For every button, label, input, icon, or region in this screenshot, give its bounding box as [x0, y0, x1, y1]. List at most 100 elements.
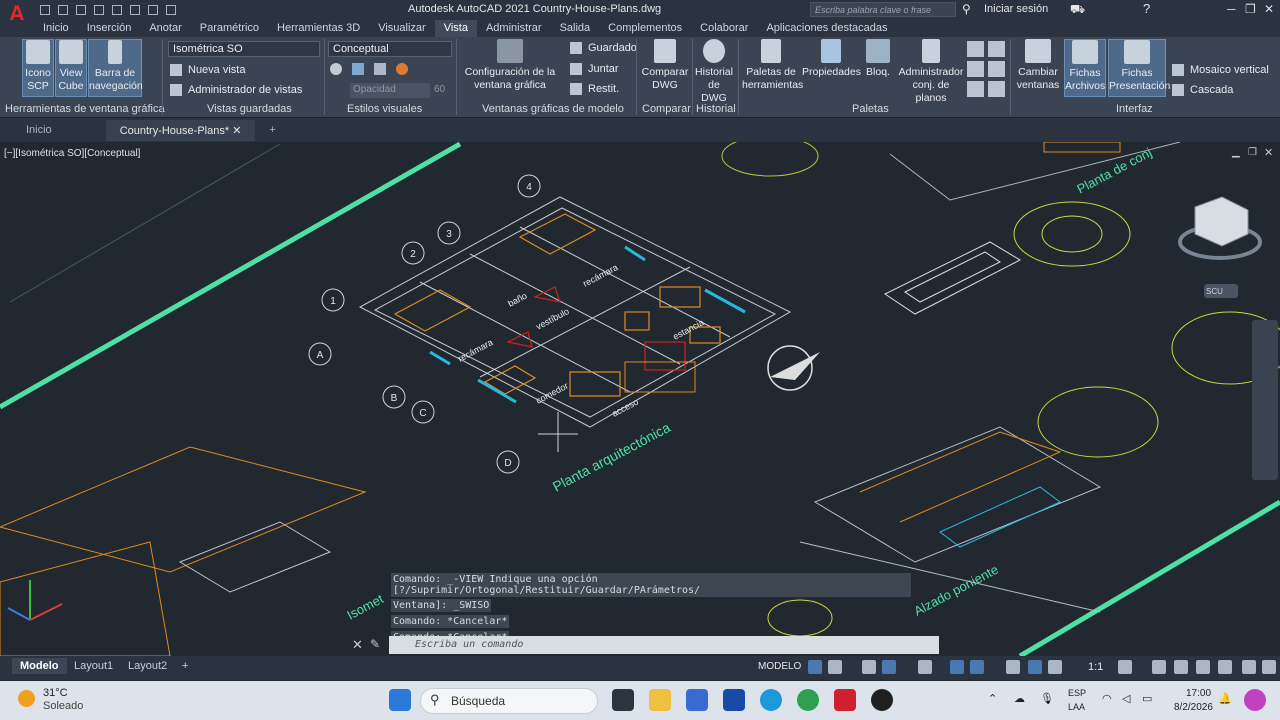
- markup-icon[interactable]: [988, 61, 1005, 77]
- app-dark-icon[interactable]: [871, 689, 893, 711]
- opacity-field[interactable]: Opacidad: [350, 83, 430, 98]
- command-line-icon[interactable]: [967, 41, 984, 57]
- view-cube-widget[interactable]: SCU: [1178, 196, 1262, 298]
- cambiar-ventanas-button[interactable]: Cambiar ventanas: [1014, 39, 1062, 99]
- tab-anotar[interactable]: Anotar: [140, 20, 190, 37]
- paletas-herramientas-button[interactable]: Paletas de herramientas: [742, 39, 803, 99]
- new-file-icon[interactable]: [40, 5, 50, 15]
- signin-button[interactable]: Iniciar sesión: [984, 3, 1048, 15]
- fichas-archivos-button[interactable]: Fichas Archivos: [1064, 39, 1106, 97]
- layout-tab-modelo[interactable]: Modelo: [12, 658, 67, 674]
- customize-status-icon[interactable]: [1262, 660, 1276, 674]
- app-l-icon[interactable]: [723, 689, 745, 711]
- terminal-app-icon[interactable]: [612, 689, 634, 711]
- bloq-button[interactable]: Bloq.: [862, 39, 894, 87]
- tab-insercion[interactable]: Inserción: [78, 20, 141, 37]
- tray-chevron-icon[interactable]: ⌃: [988, 692, 997, 705]
- material-icon[interactable]: [396, 63, 408, 75]
- guardado-button[interactable]: Guardado: [570, 42, 637, 54]
- chrome-icon[interactable]: [797, 689, 819, 711]
- layout-tab-2[interactable]: Layout2: [120, 658, 175, 674]
- restore-icon[interactable]: ❐: [1245, 2, 1256, 16]
- tab-parametrico[interactable]: Paramétrico: [191, 20, 268, 37]
- keyboard-language[interactable]: ESP: [1068, 688, 1086, 698]
- clock-time[interactable]: 17:00: [1186, 688, 1211, 699]
- new-tab-icon[interactable]: +: [255, 120, 289, 140]
- shadow-icon[interactable]: [352, 63, 364, 75]
- lighting-icon[interactable]: [374, 63, 386, 75]
- keyboard-layout[interactable]: LAA: [1068, 702, 1085, 712]
- mosaico-vertical-button[interactable]: Mosaico vertical: [1172, 64, 1269, 76]
- comparar-dwg-button[interactable]: Comparar DWG: [640, 39, 690, 99]
- fullscreen-icon[interactable]: [1242, 660, 1256, 674]
- close-command-icon[interactable]: ✕: [352, 637, 363, 653]
- web-mobile-icon[interactable]: [112, 5, 122, 15]
- view-select[interactable]: Isométrica SO: [168, 41, 320, 57]
- admin-vistas-button[interactable]: Administrador de vistas: [170, 84, 302, 96]
- command-input[interactable]: Escriba un comando: [389, 636, 939, 654]
- visual-style-select[interactable]: Conceptual: [328, 41, 452, 57]
- fichas-presentacion-button[interactable]: Fichas Presentación: [1108, 39, 1170, 97]
- undo-icon[interactable]: [148, 5, 158, 15]
- doc-tab-inicio[interactable]: Inicio: [0, 120, 66, 140]
- lineweight-icon[interactable]: [1006, 660, 1020, 674]
- help-icon[interactable]: ?: [1143, 1, 1150, 16]
- edge-browser-icon[interactable]: [760, 689, 782, 711]
- taskbar-search-box[interactable]: Búsqueda: [420, 688, 598, 714]
- config-ventana-button[interactable]: Configuración de la ventana gráfica: [462, 39, 558, 99]
- annotation-visibility-icon[interactable]: [1028, 660, 1042, 674]
- minimize-icon[interactable]: ─: [1227, 2, 1236, 16]
- battery-icon[interactable]: ▭: [1142, 692, 1152, 705]
- barra-navegacion-button[interactable]: Barra de navegación: [88, 39, 143, 97]
- propiedades-button[interactable]: Propiedades: [802, 39, 861, 87]
- viewport-minimize-icon[interactable]: ▁: [1232, 147, 1240, 158]
- mail-icon[interactable]: [686, 689, 708, 711]
- juntar-button[interactable]: Juntar: [570, 63, 619, 75]
- auto-scale-icon[interactable]: [1048, 660, 1062, 674]
- ortho-icon[interactable]: [862, 660, 876, 674]
- weather-description[interactable]: Soleado: [43, 700, 83, 712]
- start-windows-icon[interactable]: [389, 689, 411, 711]
- annotation-scale[interactable]: 1:1: [1088, 661, 1103, 673]
- grid-icon[interactable]: [808, 660, 822, 674]
- microphone-icon[interactable]: 🎙: [1040, 692, 1054, 705]
- open-file-icon[interactable]: [58, 5, 68, 15]
- save-as-icon[interactable]: [94, 5, 104, 15]
- tab-herramientas-3d[interactable]: Herramientas 3D: [268, 20, 369, 37]
- object-snap-tracking-icon[interactable]: [950, 660, 964, 674]
- object-snap-icon[interactable]: [970, 660, 984, 674]
- design-center-icon[interactable]: [967, 61, 984, 77]
- polar-icon[interactable]: [882, 660, 896, 674]
- save-icon[interactable]: [76, 5, 86, 15]
- sun-icon[interactable]: [18, 690, 35, 707]
- weather-temperature[interactable]: 31°C: [43, 687, 68, 699]
- wifi-icon[interactable]: ◠: [1102, 692, 1112, 705]
- tab-aplicaciones[interactable]: Aplicaciones destacadas: [757, 20, 896, 37]
- viewport-controls-label[interactable]: [−][Isométrica SO][Conceptual]: [4, 148, 140, 159]
- edge-style-icon[interactable]: [330, 63, 342, 75]
- panel-title-viewport-tools[interactable]: Herramientas de ventana gráfica: [5, 103, 165, 115]
- panel-title-palettes[interactable]: Paletas: [852, 103, 889, 115]
- viewport-restore-icon[interactable]: ❐: [1248, 147, 1257, 158]
- customize-command-icon[interactable]: ✎: [370, 637, 380, 651]
- clock-date[interactable]: 8/2/2026: [1174, 702, 1213, 713]
- view-cube-box[interactable]: [1194, 196, 1249, 247]
- layer-icon[interactable]: [988, 81, 1005, 97]
- tab-vista[interactable]: Vista: [434, 20, 477, 37]
- annotation-monitor-icon[interactable]: [1152, 660, 1166, 674]
- tab-salida[interactable]: Salida: [551, 20, 600, 37]
- isodraft-icon[interactable]: [918, 660, 932, 674]
- workspace-gear-icon[interactable]: [1118, 660, 1132, 674]
- view-cube-button[interactable]: View Cube: [55, 39, 87, 97]
- plot-icon[interactable]: [130, 5, 140, 15]
- viewport-close-icon[interactable]: ✕: [1264, 146, 1273, 159]
- autocad-taskbar-icon[interactable]: [834, 689, 856, 711]
- nueva-vista-button[interactable]: Nueva vista: [170, 64, 245, 76]
- historial-dwg-button[interactable]: Historial de DWG: [694, 39, 734, 104]
- tab-inicio[interactable]: Inicio: [34, 20, 78, 37]
- layout-tab-1[interactable]: Layout1: [66, 658, 121, 674]
- xref-icon[interactable]: [967, 81, 984, 97]
- cart-icon[interactable]: ⛟: [1070, 2, 1085, 18]
- copilot-icon[interactable]: [1244, 689, 1266, 711]
- search-input[interactable]: Escriba palabra clave o frase: [810, 2, 956, 17]
